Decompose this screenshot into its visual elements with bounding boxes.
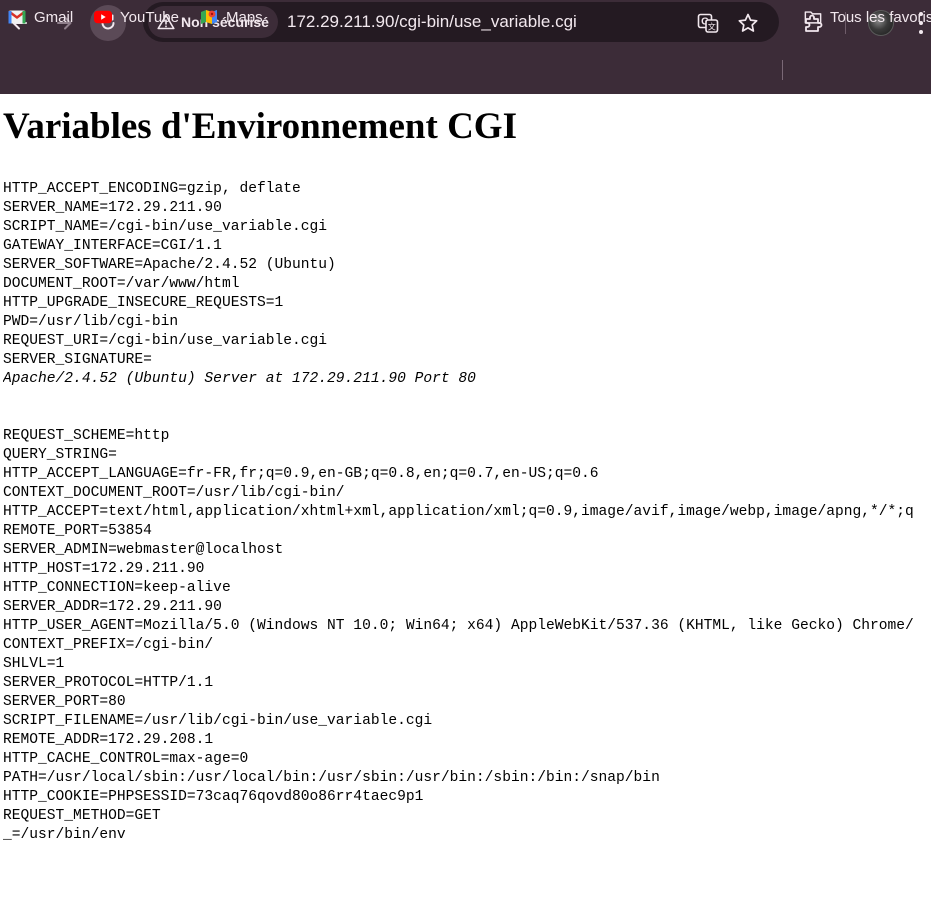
env-variable-line: CONTEXT_PREFIX=/cgi-bin/ bbox=[3, 637, 214, 653]
env-variable-line: SERVER_SOFTWARE=Apache/2.4.52 (Ubuntu) bbox=[3, 257, 336, 273]
env-variable-line: QUERY_STRING= bbox=[3, 447, 117, 463]
env-variable-line: SCRIPT_NAME=/cgi-bin/use_variable.cgi bbox=[3, 219, 328, 235]
env-variable-line: CONTEXT_DOCUMENT_ROOT=/usr/lib/cgi-bin/ bbox=[3, 485, 345, 501]
env-variable-line: SCRIPT_FILENAME=/usr/lib/cgi-bin/use_var… bbox=[3, 713, 433, 729]
folder-icon bbox=[804, 8, 822, 26]
env-variable-line: SERVER_NAME=172.29.211.90 bbox=[3, 200, 222, 216]
env-variable-line: SERVER_ADDR=172.29.211.90 bbox=[3, 599, 222, 615]
env-variable-line: REQUEST_SCHEME=http bbox=[3, 428, 170, 444]
bookmark-label: Gmail bbox=[34, 8, 74, 26]
star-icon[interactable] bbox=[737, 12, 759, 34]
svg-text:文: 文 bbox=[708, 22, 716, 32]
bookmark-label: YouTube bbox=[120, 8, 179, 26]
bookmark-label: Maps bbox=[226, 8, 263, 26]
env-variable-line: Apache/2.4.52 (Ubuntu) Server at 172.29.… bbox=[3, 371, 476, 387]
translate-icon[interactable]: G 文 bbox=[697, 12, 719, 34]
page-title: Variables d'Environnement CGI bbox=[3, 106, 517, 147]
browser-chrome: Non sécurisé 172.29.211.90/cgi-bin/use_v… bbox=[0, 0, 931, 94]
all-bookmarks-label: Tous les favoris bbox=[830, 8, 931, 26]
page-content: Variables d'Environnement CGI HTTP_ACCEP… bbox=[0, 94, 931, 917]
env-variable-line: HTTP_ACCEPT_LANGUAGE=fr-FR,fr;q=0.9,en-G… bbox=[3, 466, 599, 482]
env-variable-line: SERVER_PORT=80 bbox=[3, 694, 126, 710]
env-variable-line: GATEWAY_INTERFACE=CGI/1.1 bbox=[3, 238, 222, 254]
youtube-icon bbox=[94, 8, 112, 26]
bookmark-maps[interactable]: Maps bbox=[200, 5, 263, 29]
env-variable-line: SERVER_SIGNATURE= bbox=[3, 352, 152, 368]
url-text[interactable]: 172.29.211.90/cgi-bin/use_variable.cgi bbox=[287, 12, 577, 32]
bookmarks-divider bbox=[782, 60, 783, 80]
env-variable-line: HTTP_ACCEPT=text/html,application/xhtml+… bbox=[3, 504, 914, 520]
env-variable-line: REQUEST_METHOD=GET bbox=[3, 808, 161, 824]
env-variable-line: REQUEST_URI=/cgi-bin/use_variable.cgi bbox=[3, 333, 328, 349]
env-variable-line: SHLVL=1 bbox=[3, 656, 65, 672]
env-variable-line: DOCUMENT_ROOT=/var/www/html bbox=[3, 276, 240, 292]
env-variable-line: HTTP_COOKIE=PHPSESSID=73caq76qovd80o86rr… bbox=[3, 789, 424, 805]
bookmark-youtube[interactable]: YouTube bbox=[94, 5, 179, 29]
env-variable-line: SERVER_ADMIN=webmaster@localhost bbox=[3, 542, 284, 558]
env-variable-line: HTTP_UPGRADE_INSECURE_REQUESTS=1 bbox=[3, 295, 284, 311]
maps-icon bbox=[200, 8, 218, 26]
bookmark-gmail[interactable]: Gmail bbox=[8, 5, 73, 29]
env-variable-list: HTTP_ACCEPT_ENCODING=gzip, deflate SERVER… bbox=[3, 180, 931, 845]
bookmarks-bar bbox=[0, 52, 931, 86]
env-variable-line: HTTP_ACCEPT_ENCODING=gzip, deflate bbox=[3, 181, 301, 197]
env-variable-line: _=/usr/bin/env bbox=[3, 827, 126, 843]
env-variable-line: HTTP_CACHE_CONTROL=max-age=0 bbox=[3, 751, 249, 767]
env-variable-line: REMOTE_ADDR=172.29.208.1 bbox=[3, 732, 214, 748]
env-variable-line: PATH=/usr/local/sbin:/usr/local/bin:/usr… bbox=[3, 770, 660, 786]
env-variable-line: HTTP_CONNECTION=keep-alive bbox=[3, 580, 231, 596]
env-variable-line: HTTP_HOST=172.29.211.90 bbox=[3, 561, 205, 577]
env-variable-line: HTTP_USER_AGENT=Mozilla/5.0 (Windows NT … bbox=[3, 618, 914, 634]
all-bookmarks-button[interactable]: Tous les favoris bbox=[804, 5, 931, 29]
gmail-icon bbox=[8, 8, 26, 26]
env-variable-line: SERVER_PROTOCOL=HTTP/1.1 bbox=[3, 675, 214, 691]
env-variable-line: REMOTE_PORT=53854 bbox=[3, 523, 152, 539]
env-variable-line: PWD=/usr/lib/cgi-bin bbox=[3, 314, 179, 330]
